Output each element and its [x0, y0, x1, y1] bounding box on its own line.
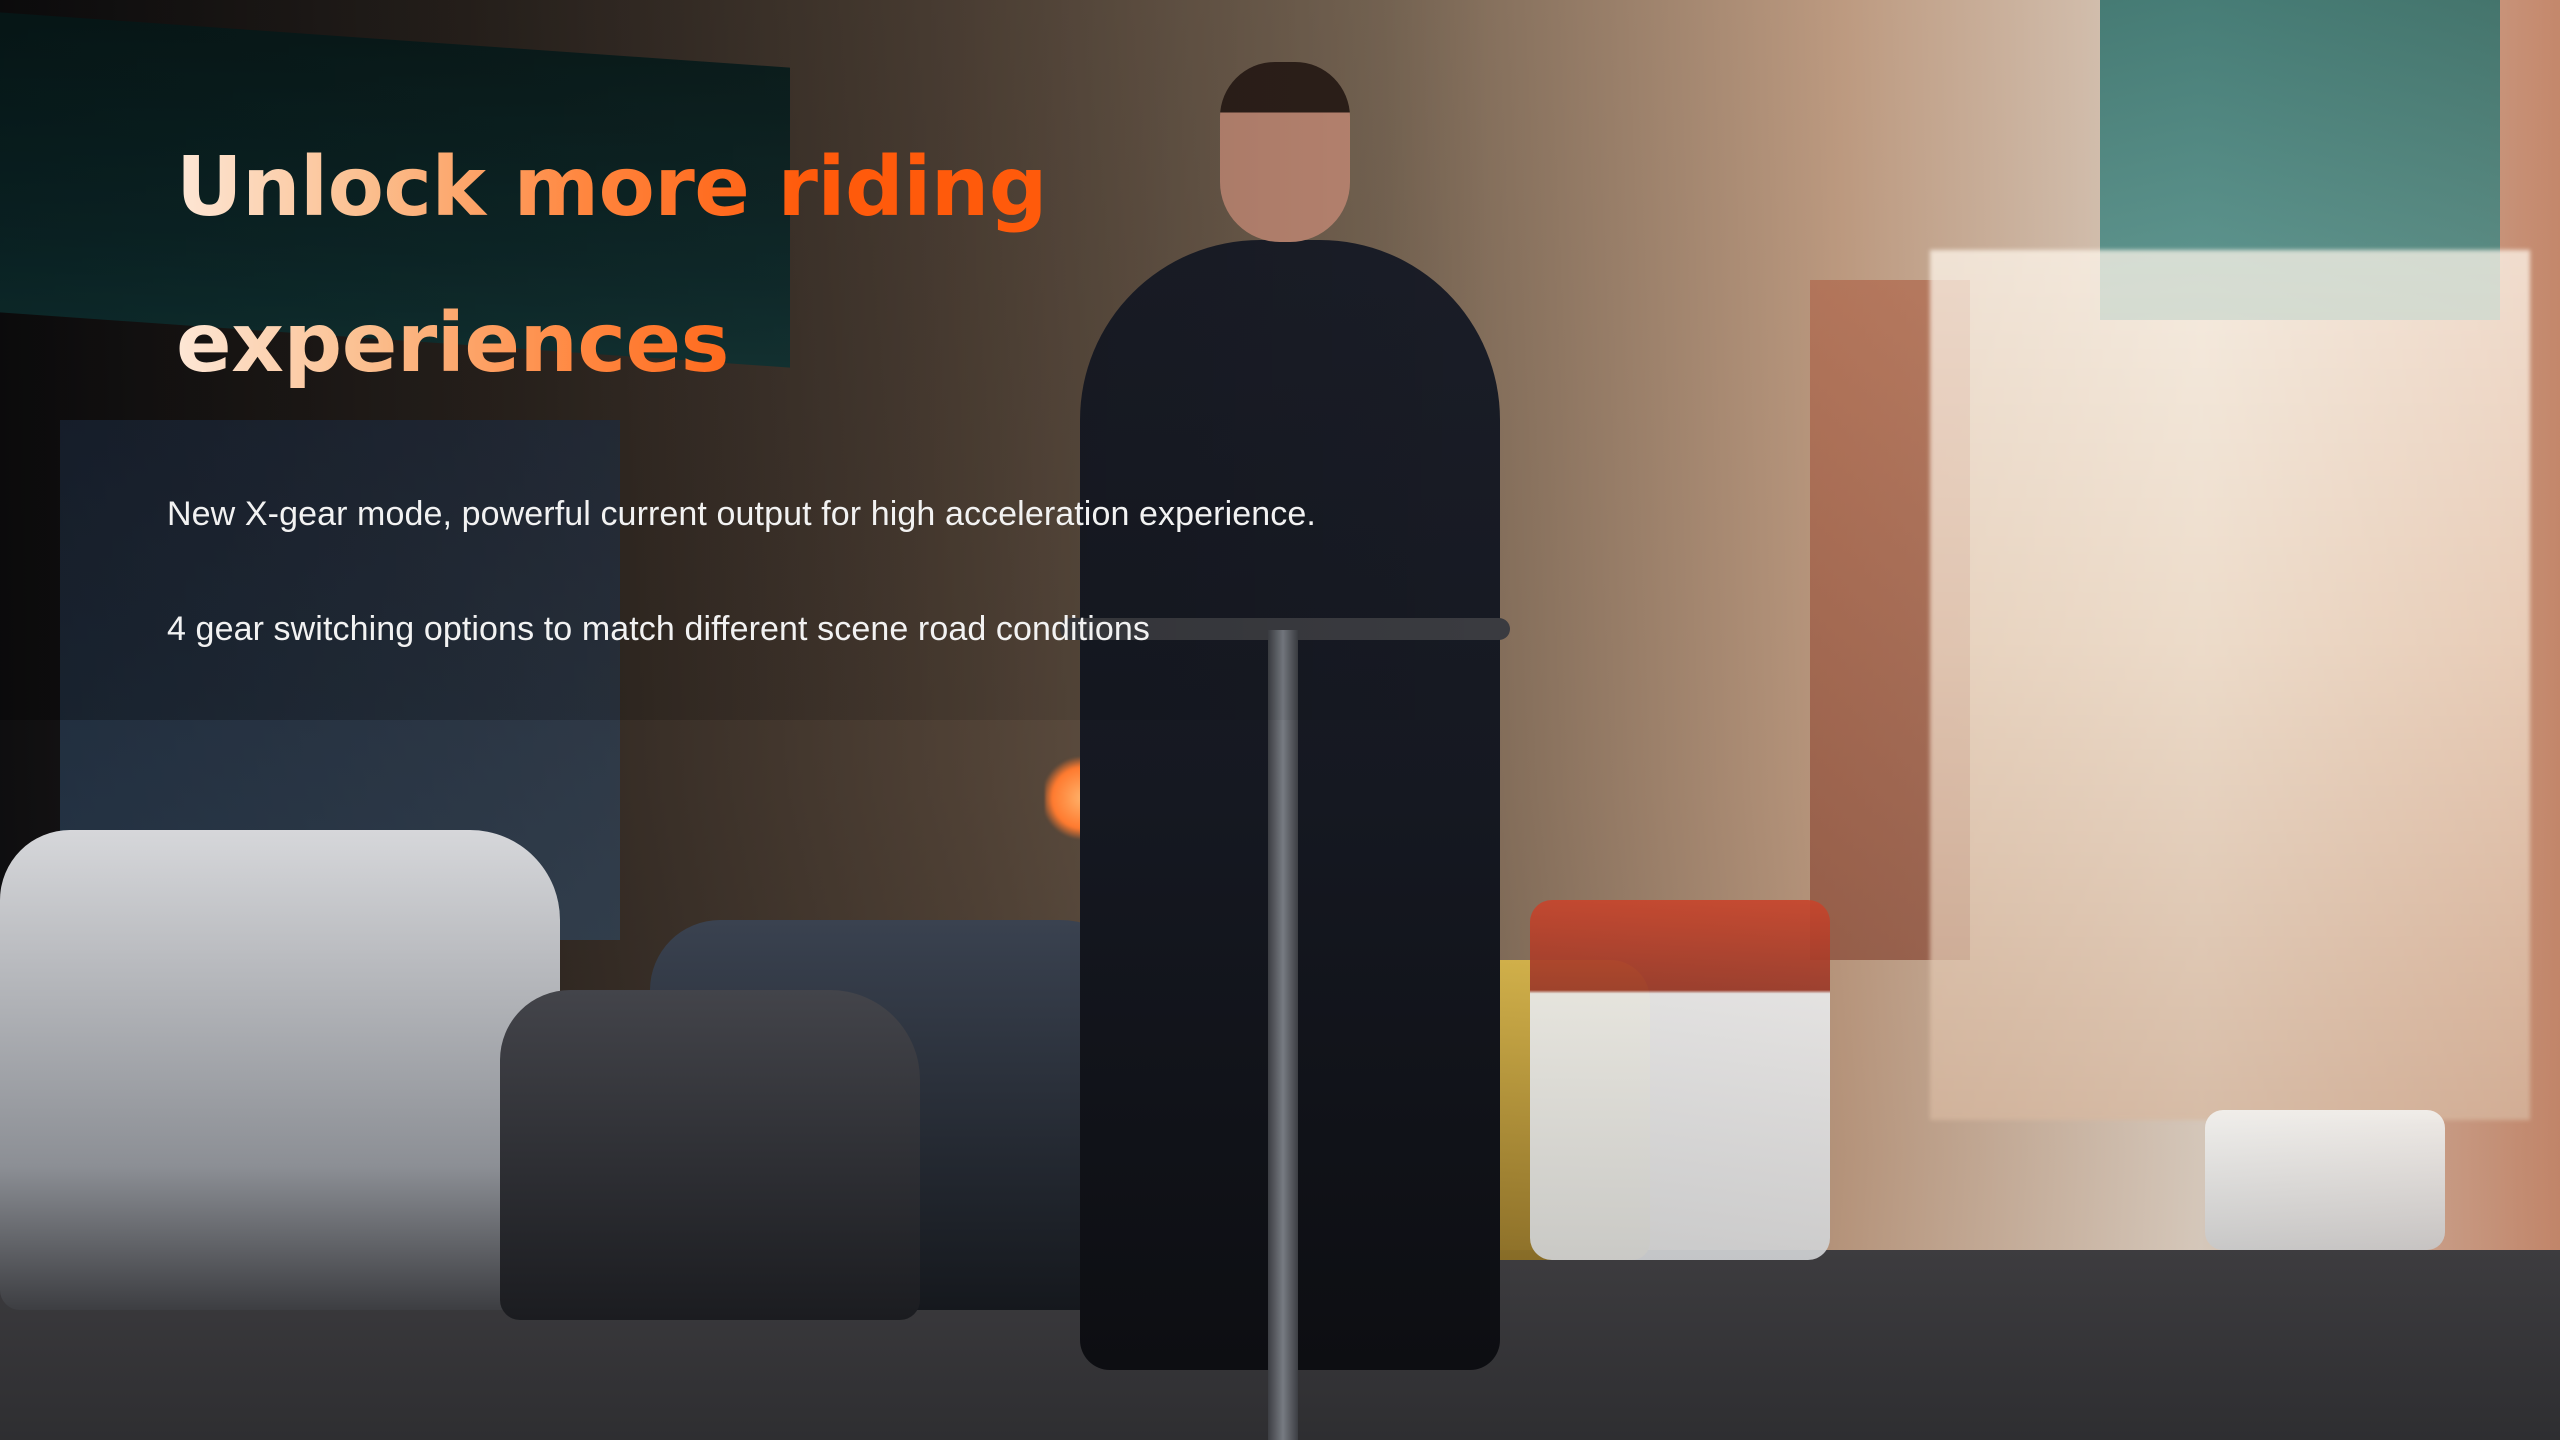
- feature-description-2: 4 gear switching options to match differ…: [167, 610, 1151, 648]
- city-bus: [1530, 900, 1830, 1260]
- parked-car-black: [500, 990, 920, 1320]
- feature-description-1: New X-gear mode, powerful current output…: [167, 495, 1316, 533]
- headline-line-2: experiences: [176, 296, 729, 391]
- hero-headline: Unlock more riding experiences: [176, 110, 1076, 422]
- sunlit-building: [1930, 250, 2530, 1120]
- parked-car-white: [0, 830, 560, 1310]
- hero-banner: Unlock more riding experiences New X-gea…: [0, 0, 2560, 1440]
- headline-line-1: Unlock more riding: [176, 140, 1047, 235]
- scooter-stem: [1268, 630, 1298, 1440]
- white-van: [2205, 1110, 2445, 1250]
